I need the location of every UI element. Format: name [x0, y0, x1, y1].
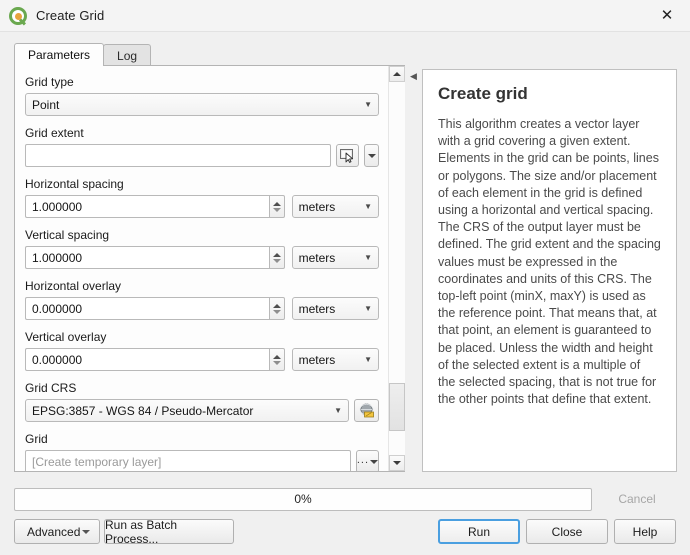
grid-type-combo[interactable]: Point ▼	[25, 93, 379, 116]
scrollbar-track[interactable]	[389, 82, 405, 455]
stepper-up-icon	[272, 354, 281, 359]
stepper-up-icon	[272, 201, 281, 206]
parameters-scrollbar[interactable]	[388, 66, 405, 471]
crs-globe-icon[interactable]	[354, 399, 379, 422]
vertical-overlay-unit-combo[interactable]: meters ▼	[291, 348, 379, 371]
grid-extent-input[interactable]	[25, 144, 331, 167]
help-panel: Create grid This algorithm creates a vec…	[422, 69, 677, 472]
horizontal-overlay-row: 0.000000 meters ▼	[25, 297, 379, 320]
tab-log[interactable]: Log	[103, 44, 152, 66]
vertical-spacing-row: 1.000000 meters ▼	[25, 246, 379, 269]
run-button[interactable]: Run	[438, 519, 520, 544]
grid-output-placeholder: [Create temporary layer]	[32, 454, 162, 469]
help-body-text: This algorithm creates a vector layer wi…	[438, 117, 661, 407]
vertical-spacing-label: Vertical spacing	[25, 228, 110, 242]
caret-up-icon	[393, 72, 401, 76]
grid-type-row: Point ▼	[25, 93, 379, 116]
stepper-down-icon	[272, 309, 281, 314]
close-button[interactable]: Close	[526, 519, 608, 544]
help-button[interactable]: Help	[614, 519, 676, 544]
horizontal-spacing-input[interactable]: 1.000000	[25, 195, 269, 218]
advanced-button-label: Advanced	[27, 524, 81, 539]
chevron-down-icon: ▼	[364, 303, 372, 313]
grid-extent-dropdown-button[interactable]	[364, 144, 379, 167]
cancel-button: Cancel	[598, 487, 676, 511]
stepper-up-icon	[272, 303, 281, 308]
stepper-down-icon	[272, 207, 281, 212]
qgis-logo-icon	[9, 6, 27, 26]
vertical-overlay-label: Vertical overlay	[25, 330, 107, 344]
grid-crs-value: EPSG:3857 - WGS 84 / Pseudo-Mercator	[32, 403, 254, 418]
help-title: Create grid	[438, 84, 528, 103]
scrollbar-thumb[interactable]	[389, 383, 405, 431]
stepper-up-icon	[272, 252, 281, 257]
vertical-overlay-unit-value: meters	[298, 352, 336, 367]
panel-splitter[interactable]: ◀	[407, 65, 421, 472]
parameters-scroll-content: Grid type Point ▼ Grid extent Horizontal…	[15, 66, 389, 471]
stepper-down-icon	[272, 258, 281, 263]
chevron-down-icon	[82, 530, 90, 534]
vertical-overlay-stepper[interactable]	[268, 348, 285, 371]
chevron-down-icon: ▼	[364, 252, 372, 262]
vertical-spacing-stepper[interactable]	[268, 246, 285, 269]
horizontal-overlay-input[interactable]: 0.000000	[25, 297, 269, 320]
grid-output-browse-button[interactable]: ...	[355, 450, 379, 471]
tabbar: Parameters Log	[14, 43, 152, 66]
horizontal-overlay-unit-combo[interactable]: meters ▼	[291, 297, 379, 320]
chevron-down-icon: ▼	[364, 201, 372, 211]
dialog-body: Parameters Log Grid type Point ▼ Grid ex…	[0, 32, 690, 555]
grid-crs-row: EPSG:3857 - WGS 84 / Pseudo-Mercator ▼	[25, 399, 379, 422]
window-title: Create Grid	[36, 8, 105, 23]
grid-output-browse-label: ...	[356, 453, 369, 466]
grid-type-value: Point	[32, 97, 60, 112]
collapse-left-icon[interactable]: ◀	[410, 72, 417, 81]
chevron-down-icon	[370, 459, 378, 464]
caret-down-icon	[393, 461, 401, 465]
stepper-down-icon	[272, 360, 281, 365]
tab-parameters[interactable]: Parameters	[14, 43, 105, 66]
map-select-cursor-icon[interactable]	[335, 144, 360, 167]
run-as-batch-button[interactable]: Run as Batch Process...	[104, 518, 234, 546]
horizontal-spacing-unit-combo[interactable]: meters ▼	[291, 195, 379, 218]
grid-output-label: Grid	[25, 432, 48, 446]
close-icon[interactable]: ✕	[644, 0, 690, 31]
parameters-panel: Grid type Point ▼ Grid extent Horizontal…	[14, 65, 405, 472]
grid-extent-label: Grid extent	[25, 126, 84, 140]
progress-percent-label: 0%	[294, 492, 312, 506]
horizontal-overlay-stepper[interactable]	[268, 297, 285, 320]
scroll-up-button[interactable]	[389, 66, 405, 82]
horizontal-spacing-unit-value: meters	[298, 199, 336, 214]
vertical-spacing-unit-combo[interactable]: meters ▼	[291, 246, 379, 269]
grid-output-row: [Create temporary layer] ...	[25, 450, 379, 471]
grid-crs-label: Grid CRS	[25, 381, 77, 395]
horizontal-spacing-label: Horizontal spacing	[25, 177, 124, 191]
chevron-down-icon: ▼	[334, 405, 342, 415]
horizontal-overlay-label: Horizontal overlay	[25, 279, 122, 293]
horizontal-spacing-row: 1.000000 meters ▼	[25, 195, 379, 218]
vertical-overlay-row: 0.000000 meters ▼	[25, 348, 379, 371]
grid-crs-combo[interactable]: EPSG:3857 - WGS 84 / Pseudo-Mercator ▼	[25, 399, 349, 422]
vertical-overlay-input[interactable]: 0.000000	[25, 348, 269, 371]
progress-row: 0% Cancel	[14, 487, 676, 511]
advanced-button[interactable]: Advanced	[14, 519, 100, 544]
horizontal-overlay-unit-value: meters	[298, 301, 336, 316]
vertical-spacing-unit-value: meters	[298, 250, 336, 265]
chevron-down-icon: ▼	[364, 354, 372, 364]
scroll-down-button[interactable]	[389, 455, 405, 471]
chevron-down-icon	[367, 153, 376, 158]
dialog-button-row: Advanced Run as Batch Process... Run Clo…	[14, 518, 676, 546]
chevron-down-icon: ▼	[364, 99, 372, 109]
vertical-spacing-input[interactable]: 1.000000	[25, 246, 269, 269]
grid-type-label: Grid type	[25, 75, 74, 89]
grid-extent-row	[25, 144, 379, 167]
window-titlebar: Create Grid ✕	[0, 0, 690, 32]
grid-output-input[interactable]: [Create temporary layer]	[25, 450, 351, 471]
horizontal-spacing-stepper[interactable]	[268, 195, 285, 218]
progress-bar: 0%	[14, 487, 592, 511]
